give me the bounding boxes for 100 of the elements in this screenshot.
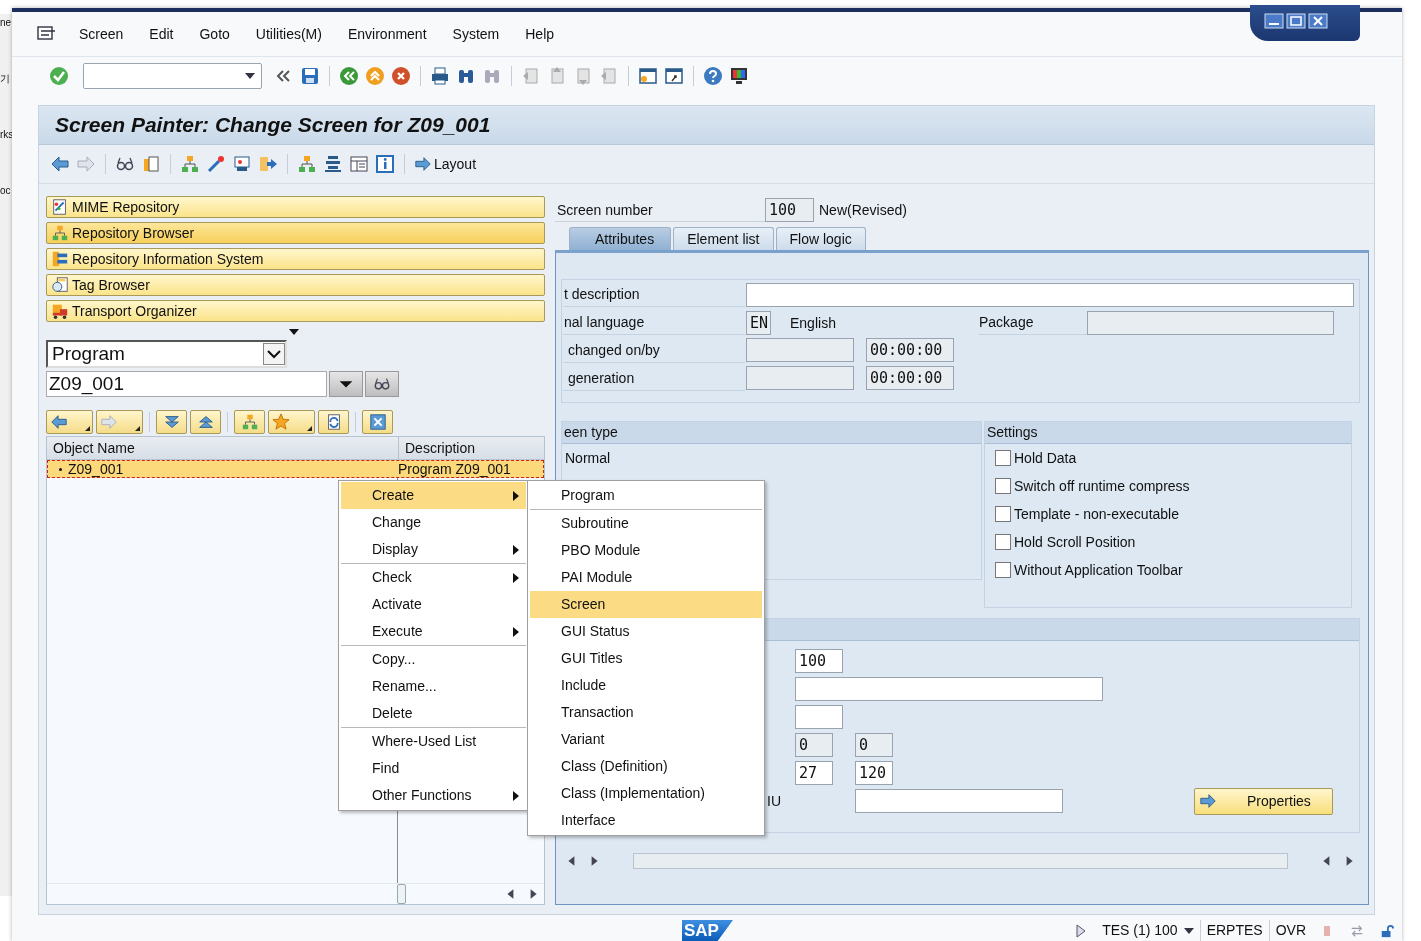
hierarchy-icon[interactable]: [180, 154, 200, 174]
date-field[interactable]: [746, 366, 854, 391]
screen-number-field[interactable]: 100: [765, 198, 814, 222]
tree-icon[interactable]: [297, 154, 317, 174]
dropdown-button[interactable]: [329, 371, 363, 397]
scrollbar-thumb[interactable]: [397, 884, 406, 904]
menu-item[interactable]: Check: [341, 563, 526, 591]
menu-item[interactable]: Activate: [341, 591, 526, 618]
tab[interactable]: Flow logic: [775, 227, 866, 250]
properties-button[interactable]: Properties: [1194, 787, 1333, 815]
input-field[interactable]: [795, 705, 843, 729]
menu-item[interactable]: PBO Module: [530, 537, 762, 564]
column-header[interactable]: Object Name: [47, 437, 399, 459]
menu-item[interactable]: Create: [341, 482, 526, 509]
cancel-icon[interactable]: [391, 65, 411, 86]
menu-item[interactable]: Screen: [79, 26, 124, 42]
scrollbar-thumb[interactable]: [633, 853, 1288, 869]
checkbox[interactable]: [995, 478, 1011, 494]
checkbox[interactable]: [995, 506, 1011, 522]
time-field[interactable]: 00:00:00: [866, 366, 954, 391]
input-field[interactable]: 120: [855, 761, 893, 785]
dropdown-arrow-icon[interactable]: [1183, 927, 1194, 934]
menu-item[interactable]: Copy...: [341, 645, 526, 673]
maximize-icon[interactable]: [1286, 13, 1306, 29]
nav-button[interactable]: Transport Organizer: [46, 300, 545, 322]
stack-icon[interactable]: [323, 154, 343, 174]
input-field[interactable]: [855, 789, 1063, 813]
checkbox[interactable]: [995, 562, 1011, 578]
menu-item[interactable]: Program: [530, 482, 762, 509]
menu-item[interactable]: Goto: [199, 26, 230, 42]
display-button[interactable]: [365, 371, 399, 397]
menu-item[interactable]: Rename...: [341, 673, 526, 700]
menu-item[interactable]: Screen: [530, 591, 762, 618]
menu-item[interactable]: PAI Module: [530, 564, 762, 591]
date-field[interactable]: [746, 338, 854, 363]
menu-item[interactable]: Include: [530, 672, 762, 699]
menu-item[interactable]: Execute: [341, 618, 526, 645]
back-icon[interactable]: [339, 65, 359, 86]
dropdown-arrow-icon[interactable]: [289, 329, 299, 335]
next-screen-field[interactable]: 100: [795, 649, 843, 673]
collapse-button[interactable]: [190, 410, 221, 434]
column-header[interactable]: Description: [399, 437, 544, 459]
transfer-icon[interactable]: [258, 154, 278, 174]
refresh-button[interactable]: [318, 410, 349, 434]
menu-item[interactable]: Variant: [530, 726, 762, 753]
layout-button[interactable]: Layout: [414, 155, 477, 173]
menu-item[interactable]: System: [452, 26, 500, 42]
wand-icon[interactable]: [206, 154, 226, 174]
menu-item[interactable]: Help: [525, 26, 555, 42]
object-name-field[interactable]: Z09_001: [46, 371, 327, 397]
tab[interactable]: Attributes: [569, 227, 672, 250]
close-icon[interactable]: [1308, 13, 1328, 29]
language-field[interactable]: EN: [746, 310, 771, 335]
nav-button[interactable]: Tag Browser: [46, 274, 545, 296]
menu-item[interactable]: Utilities(M): [255, 26, 322, 42]
expand-button[interactable]: [156, 410, 187, 434]
command-field[interactable]: [83, 62, 262, 89]
table-icon[interactable]: [349, 154, 369, 174]
menu-item[interactable]: Where-Used List: [341, 727, 526, 755]
forward-button[interactable]: [96, 410, 143, 434]
menu-item[interactable]: Transaction: [530, 699, 762, 726]
shortcut-icon[interactable]: [664, 65, 684, 86]
help-icon[interactable]: [703, 65, 723, 86]
chevron-down-icon[interactable]: [263, 343, 285, 365]
menu-item[interactable]: Change: [341, 509, 526, 536]
input-field[interactable]: [795, 677, 1103, 701]
menu-item[interactable]: Class (Implementation): [530, 780, 762, 807]
nav-button[interactable]: MIME Repository: [46, 196, 545, 218]
new-session-icon[interactable]: [638, 65, 658, 86]
minimize-icon[interactable]: [1264, 13, 1284, 29]
menu-item[interactable]: GUI Status: [530, 618, 762, 645]
save-icon[interactable]: [300, 65, 320, 86]
checkbox[interactable]: [995, 450, 1011, 466]
dropdown-arrow-icon[interactable]: [245, 72, 255, 79]
back-button[interactable]: [46, 410, 93, 434]
menu-item[interactable]: Other Functions: [341, 782, 526, 809]
nav-button[interactable]: Repository Browser: [46, 222, 545, 244]
favorites-button[interactable]: [268, 410, 315, 434]
tab[interactable]: Element list: [673, 227, 774, 250]
back-arrow-icon[interactable]: [50, 154, 70, 174]
package-field[interactable]: [1087, 310, 1334, 335]
info-icon[interactable]: [375, 154, 395, 174]
menu-icon[interactable]: [37, 26, 57, 42]
enter-icon[interactable]: [49, 65, 69, 86]
input-field[interactable]: 27: [795, 761, 833, 785]
menu-item[interactable]: Environment: [347, 26, 427, 42]
nav-button[interactable]: Repository Information System: [46, 248, 545, 270]
stamp-icon[interactable]: [232, 154, 252, 174]
menu-item[interactable]: Interface: [530, 807, 762, 834]
hierarchy-button[interactable]: [234, 410, 265, 434]
tree-row[interactable]: Z09_001 Program Z09_001: [47, 460, 544, 478]
menu-item[interactable]: Class (Definition): [530, 753, 762, 780]
menu-item[interactable]: Edit: [149, 26, 174, 42]
menu-item[interactable]: Find: [341, 755, 526, 782]
menu-item[interactable]: Delete: [341, 700, 526, 727]
time-field[interactable]: 00:00:00: [866, 338, 954, 363]
clipboard-icon[interactable]: [141, 154, 161, 174]
checkbox[interactable]: [995, 534, 1011, 550]
description-field[interactable]: [746, 282, 1354, 307]
menu-item[interactable]: GUI Titles: [530, 645, 762, 672]
